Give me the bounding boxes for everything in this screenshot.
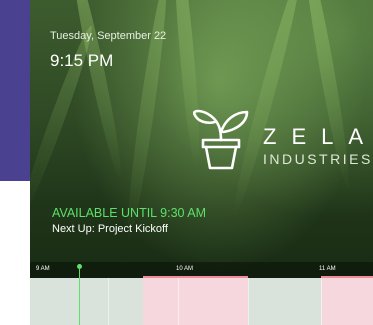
grass-decoration	[67, 0, 127, 180]
room-display: Tuesday, September 22 9:15 PM ZELA INDUS…	[30, 0, 373, 325]
hour-label-9am: 9 AM	[36, 266, 50, 272]
brand-name: ZELA	[263, 124, 373, 149]
hour-tick	[178, 278, 179, 325]
sprout-pot-icon	[193, 109, 249, 170]
availability-status: AVAILABLE UNTIL 9:30 AM	[52, 206, 207, 220]
hour-label-10am: 10 AM	[176, 266, 194, 272]
time-label: 9:15 PM	[50, 51, 114, 70]
half-hour-tick	[248, 278, 249, 325]
date-label: Tuesday, September 22	[50, 30, 167, 42]
brand-subtitle: INDUSTRIES	[263, 151, 373, 167]
current-time-line	[79, 269, 80, 325]
busy-slot-edge	[143, 276, 248, 278]
busy-slot[interactable]	[143, 278, 248, 325]
half-hour-tick	[108, 278, 109, 325]
busy-slot-edge	[321, 276, 373, 278]
hour-label-11am: 11 AM	[319, 266, 336, 272]
next-meeting: Next Up: Project Kickoff	[52, 223, 168, 235]
free-slot[interactable]	[30, 278, 143, 325]
busy-slot[interactable]	[321, 278, 373, 325]
hour-tick	[321, 278, 322, 325]
free-slot[interactable]	[248, 278, 321, 325]
